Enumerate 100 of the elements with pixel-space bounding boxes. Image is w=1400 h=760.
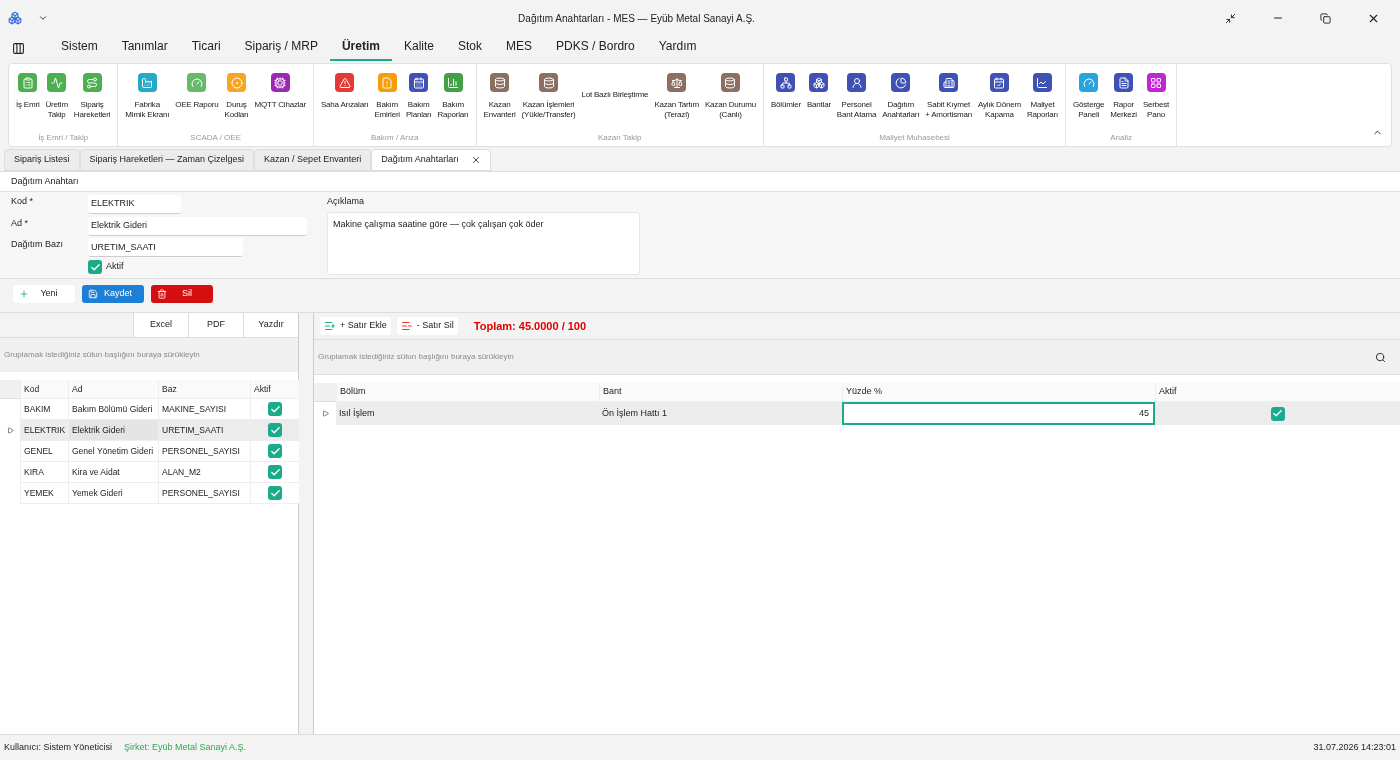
header-corner [314,383,336,402]
app-menu-icon[interactable] [12,42,25,55]
total-text: Toplam: 45.0000 / 100 [473,318,587,334]
column-header[interactable]: Yüzde % [842,383,1155,402]
ribbon-button[interactable]: Rapor Merkezi [1107,73,1140,132]
action-button[interactable]: Kaydet [82,284,144,303]
ribbon-button[interactable]: Serbest Pano [1139,73,1173,132]
ribbon-button[interactable]: Üretim Takip [42,73,71,132]
table-cell: Ön İşlem Hattı 1 [599,402,842,425]
group-hint: Gruplamak istediğiniz sütun başlığını buraya sürükleyin [318,351,514,363]
field-label: Kod * [11,195,35,208]
quick-access-icon[interactable] [38,13,48,23]
ribbon-button[interactable]: Kazan Tartım (Terazi) [651,73,702,132]
export-button[interactable]: Excel [133,313,188,337]
ribbon-button[interactable]: Kazan Durumu (Canlı) [701,73,759,132]
menu-tab[interactable]: Yardım [646,37,709,61]
checkbox[interactable] [268,444,282,458]
close-tab-icon [470,155,481,165]
app-logo-icon [8,11,22,25]
ribbon-button[interactable]: Personel Bant Atama [833,73,880,132]
table-cell: ELEKTRIK [20,420,68,441]
ribbon-button[interactable]: Dağıtım Anahtarları [879,73,923,132]
ribbon-group-label: Analiz [1109,132,1133,144]
input-field[interactable]: Elektrik Gideri [88,216,307,236]
status-company: Şirket: Eyüb Metal Sanayi A.Ş. [123,740,246,754]
ribbon-button[interactable]: İş Emri [13,73,43,132]
table-cell: KIRA [20,462,68,483]
ribbon-group-label: SCADA / OEE [189,132,242,144]
input-field[interactable]: ELEKTRIK [88,195,181,214]
ribbon-button[interactable]: Bakım Emirleri [371,73,403,132]
document-tab[interactable]: Sipariş Listesi [4,149,80,171]
text-area[interactable]: Makine çalışma saatine göre — çok çalışan çok öder [327,211,640,275]
ribbon-group-label: İş Emri / Takip [37,132,90,144]
column-header[interactable]: Bant [599,383,842,402]
action-button[interactable]: Yeni [13,284,75,303]
export-button[interactable]: Yazdır [243,313,298,337]
column-header[interactable]: Baz [158,380,250,399]
ribbon-button[interactable]: Aylık Dönem Kapama [974,73,1024,132]
ribbon-button[interactable]: Kazan Envanteri [480,73,519,132]
column-header[interactable]: Bölüm [336,383,599,402]
column-header[interactable]: Aktif [1155,383,1400,402]
menu-tab[interactable]: Sipariş / MRP [232,37,330,61]
ribbon-button[interactable]: Gösterge Paneli [1070,73,1108,132]
checkbox[interactable] [268,465,282,479]
current-row-icon [6,427,14,434]
remove-row-button[interactable]: - Satır Sil [396,317,458,335]
menu-tab[interactable]: PDKS / Bordro [544,37,647,61]
menu-tab[interactable]: Üretim [329,37,392,61]
ribbon-button[interactable]: OEE Raporu [172,73,222,132]
current-row-icon [321,410,329,417]
checkbox[interactable] [88,260,102,275]
ribbon-button[interactable]: Bakım Raporları [434,73,472,132]
menu-tab[interactable]: Stok [446,37,494,61]
ribbon-button[interactable]: Fabrika Mimik Ekranı [122,73,173,132]
ribbon-button[interactable]: Sabit Kıymet + Amortisman [922,73,975,132]
ribbon-button[interactable]: Sipariş Hareketleri [70,73,114,132]
plus-icon [19,288,29,299]
add-row-button[interactable]: + Satır Ekle [320,317,391,335]
menu-tab[interactable]: Ticari [179,37,233,61]
ribbon-button[interactable]: Bakım Planları [402,73,435,132]
ribbon-button[interactable]: Bölümler [767,73,804,132]
trash-icon [157,288,167,299]
checkbox-label: Aktif [106,260,124,274]
menu-tab[interactable]: Tanımlar [109,37,180,61]
ribbon-button[interactable]: Lot Bazlı Birleştirme [578,73,652,132]
ribbon-button[interactable]: Maliyet Raporları [1023,73,1062,132]
restore-icon[interactable] [1320,12,1331,24]
menu-tab[interactable]: Sistem [49,37,110,61]
action-button[interactable]: Sil [151,284,213,303]
field-label: Açıklama [327,195,365,208]
column-header[interactable]: Ad [68,380,158,399]
ribbon-display-icon[interactable] [1225,12,1236,24]
table-cell: Elektrik Gideri [68,420,158,441]
search-icon[interactable] [1375,351,1386,363]
input-field[interactable]: URETIM_SAATI [88,238,243,258]
column-header[interactable]: Aktif [250,380,299,399]
menu-tab[interactable]: MES [494,37,545,61]
form-title: Dağıtım Anahtarı [11,174,79,188]
table-cell: Bakım Bölümü Gideri [68,399,158,420]
table-cell: Kira ve Aidat [68,462,158,483]
ribbon-button[interactable]: Kazan İşlemleri (Yükle/Transfer) [518,73,579,132]
document-tab[interactable]: Kazan / Sepet Envanteri [254,149,372,171]
column-header[interactable]: Kod [20,380,68,399]
checkbox[interactable] [268,423,282,437]
ribbon-button[interactable]: Duruş Kodları [221,73,252,132]
table-cell: PERSONEL_SAYISI [158,483,250,504]
document-tab[interactable]: Sipariş Hareketleri — Zaman Çizelgesi [79,149,255,171]
export-button[interactable]: PDF [188,313,243,337]
checkbox[interactable] [1270,406,1285,421]
ribbon-button[interactable]: Saha Arızaları [317,73,372,132]
table-cell: URETIM_SAATI [158,420,250,441]
checkbox[interactable] [268,486,282,500]
document-tab[interactable]: Dağıtım Anahtarları [371,149,491,171]
ribbon-button[interactable]: Bantlar [803,73,834,132]
menu-tab[interactable]: Kalite [391,37,446,61]
input-field[interactable]: 45 [842,402,1155,425]
ribbon-group-label: Kazan Takip [597,132,643,144]
ribbon-button[interactable]: MQTT Cihazlar [251,73,309,132]
checkbox[interactable] [268,402,282,416]
header-corner [0,380,20,399]
